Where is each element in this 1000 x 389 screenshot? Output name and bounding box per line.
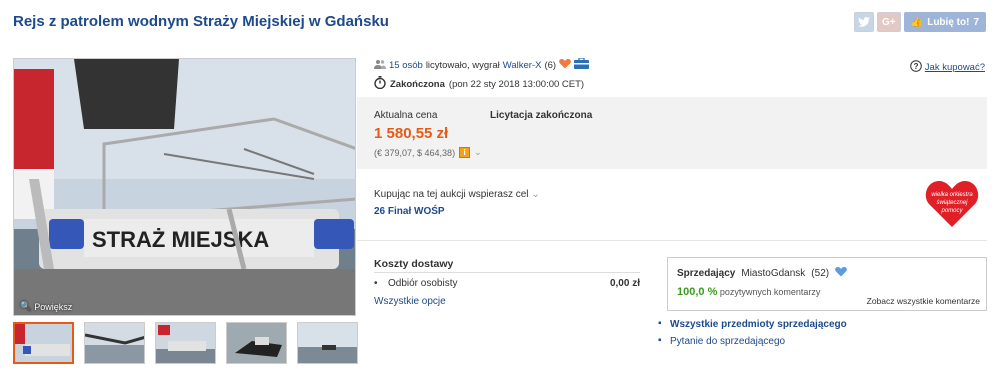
facebook-like-count: 7 — [973, 16, 979, 28]
charity-link[interactable]: 26 Finał WOŚP — [374, 206, 445, 217]
facebook-like-button[interactable]: 👍 Lubię to! 7 — [903, 12, 986, 32]
heart-line-3: pomocy — [940, 208, 963, 214]
twitter-button[interactable] — [853, 12, 874, 32]
seller-role: Sprzedający — [677, 267, 736, 279]
wosp-heart-logo: wielka orkiestra świątecznej pomocy — [925, 178, 979, 231]
auction-stats: 15 osób licytowało, wygrał Walker-X (6) — [374, 57, 590, 72]
auction-ended-label: Licytacja zakończona — [490, 110, 593, 121]
people-icon — [374, 59, 386, 72]
seller-positive: 100,0 % pozytywnych komentarzy — [677, 286, 820, 298]
briefcase-icon — [574, 57, 590, 72]
ask-seller-link[interactable]: Pytanie do sprzedającego — [670, 336, 785, 347]
zoom-button[interactable]: 🔍 Powiększ — [20, 301, 72, 312]
magnifier-icon: 🔍 — [20, 301, 32, 311]
chevron-down-icon[interactable]: ⌄ — [531, 189, 539, 200]
shipping-divider — [374, 272, 640, 273]
seller-box: Sprzedający MiastoGdansk (52) 100,0 % po… — [667, 257, 987, 311]
how-to-buy-label: Jak kupować? — [924, 62, 985, 73]
how-to-buy-link[interactable]: ? Jak kupować? — [909, 60, 985, 75]
thumbnail-4[interactable] — [226, 322, 287, 364]
heart-line-2: świątecznej — [936, 200, 968, 206]
winner-score: (6) — [544, 59, 557, 71]
price-panel: Aktualna cena 1 580,55 zł (€ 379,07, $ 4… — [357, 97, 987, 169]
winner-link[interactable]: Walker-X — [503, 60, 542, 71]
seller-items-link[interactable]: Wszystkie przedmioty sprzedającego — [670, 319, 847, 330]
thumbnail-2[interactable] — [84, 322, 145, 364]
bullet: ▪ — [658, 335, 662, 346]
stopwatch-icon — [374, 76, 386, 92]
status-date: (pon 22 sty 2018 13:00:00 CET) — [448, 78, 585, 90]
shipping-option-price: 0,00 zł — [609, 278, 640, 289]
seller-name-link[interactable]: MiastoGdansk — [741, 268, 805, 279]
page-title: Rejs z patrolem wodnym Straży Miejskiej … — [13, 13, 389, 30]
thumbnail-1[interactable] — [13, 322, 74, 364]
twitter-icon — [857, 17, 870, 27]
see-all-comments-link[interactable]: Zobacz wszystkie komentarze — [867, 296, 980, 306]
thumbnail-3[interactable] — [155, 322, 216, 364]
photo-text: STRAŻ MIEJSKA — [92, 227, 269, 252]
auction-status: Zakończona (pon 22 sty 2018 13:00:00 CET… — [374, 76, 584, 92]
svg-text:?: ? — [913, 62, 918, 71]
seller-header: Sprzedający MiastoGdansk (52) — [677, 266, 847, 280]
question-icon: ? — [909, 60, 922, 75]
shipping-title: Koszty dostawy — [374, 258, 454, 270]
shipping-option-label: Odbiór osobisty — [374, 278, 457, 289]
zoom-label: Powiększ — [34, 301, 73, 312]
main-photo-image: STRAŻ MIEJSKA — [14, 59, 355, 315]
thumbs-up-icon: 👍 — [910, 16, 924, 28]
info-icon[interactable]: i — [459, 147, 471, 158]
seller-count: (52) — [811, 267, 830, 279]
status-state: Zakończona — [390, 78, 445, 90]
bid-text: licytowało, wygrał — [425, 59, 500, 71]
thumbnail-strip — [13, 322, 358, 364]
blue-heart-icon — [835, 266, 847, 280]
google-plus-button[interactable]: G+ — [876, 12, 901, 32]
seller-positive-pct: 100,0 % — [677, 286, 718, 298]
charity-text-label: Kupując na tej aukcji wspierasz cel — [374, 189, 529, 200]
section-divider — [357, 240, 987, 241]
shipping-row: Odbiór osobisty 0,00 zł — [374, 278, 640, 289]
price-label: Aktualna cena — [374, 110, 438, 121]
bidders-count-link[interactable]: 15 osób — [389, 60, 423, 71]
heart-line-1: wielka orkiestra — [931, 192, 973, 198]
facebook-like-label: Lubię to! — [927, 16, 970, 28]
price-value: 1 580,55 zł — [374, 125, 449, 142]
bullet: ▪ — [658, 318, 662, 329]
all-shipping-options-link[interactable]: Wszystkie opcje — [374, 296, 446, 307]
chevron-down-icon[interactable]: ⌄ — [474, 147, 482, 158]
price-conversion: (€ 379,07, $ 464,38) i ⌄ — [374, 147, 482, 158]
social-buttons: G+ 👍 Lubię to! 7 — [853, 12, 986, 32]
seller-positive-text: pozytywnych komentarzy — [719, 287, 821, 297]
charity-text: Kupując na tej aukcji wspierasz cel ⌄ — [374, 189, 540, 200]
main-photo[interactable]: STRAŻ MIEJSKA 🔍 Powiększ — [13, 58, 356, 316]
heart-icon — [559, 58, 571, 72]
price-conversion-text: (€ 379,07, $ 464,38) — [374, 147, 456, 158]
thumbnail-5[interactable] — [297, 322, 358, 364]
